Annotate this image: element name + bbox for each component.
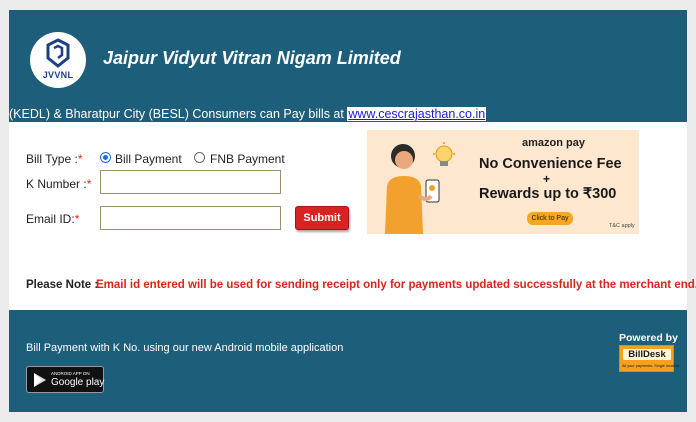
footer: Bill Payment with K No. using our new An… bbox=[9, 310, 687, 412]
google-play-triangle-icon bbox=[34, 373, 46, 387]
k-number-label-wrap: K Number :* bbox=[26, 177, 91, 191]
required-mark: * bbox=[74, 212, 80, 226]
logo-text: JVVNL bbox=[42, 70, 74, 80]
fnb-payment-radio[interactable] bbox=[194, 152, 205, 163]
ad-brand: amazon pay bbox=[522, 137, 585, 149]
billdesk-tagline: All your payments. Single location bbox=[622, 364, 679, 368]
k-number-field[interactable] bbox=[100, 170, 281, 194]
bill-type-label: Bill Type : bbox=[26, 152, 78, 166]
notice-bar: (KEDL) & Bharatpur City (BESL) Consumers… bbox=[9, 106, 687, 122]
lightbulb-icon bbox=[433, 142, 455, 166]
footer-app-text: Bill Payment with K No. using our new An… bbox=[26, 342, 344, 354]
page-frame: JVVNL Jaipur Vidyut Vitran Nigam Limited… bbox=[9, 10, 696, 412]
required-mark: * bbox=[86, 177, 92, 191]
required-mark: * bbox=[77, 152, 83, 166]
billdesk-name: BillDesk bbox=[623, 349, 671, 360]
note-label: Please Note : bbox=[26, 279, 99, 291]
submit-button[interactable]: Submit bbox=[295, 206, 349, 230]
org-title: Jaipur Vidyut Vitran Nigam Limited bbox=[103, 48, 401, 68]
ad-headline: No Convenience Fee bbox=[479, 156, 622, 172]
ad-click-to-pay-button[interactable]: Click to Pay bbox=[527, 212, 573, 225]
jvvnl-logo-icon bbox=[46, 38, 70, 68]
google-play-text: Google play bbox=[51, 377, 105, 388]
jvvnl-logo: JVVNL bbox=[30, 32, 86, 88]
billdesk-logo[interactable]: BillDesk All your payments. Single locat… bbox=[619, 345, 679, 372]
k-number-label: K Number : bbox=[26, 177, 87, 191]
bill-payment-radio-label[interactable]: Bill Payment bbox=[115, 152, 182, 166]
ad-terms: T&C apply bbox=[609, 223, 635, 229]
amazon-pay-banner[interactable]: amazon pay No Convenience Fee + Rewards … bbox=[367, 130, 639, 234]
email-field[interactable] bbox=[100, 206, 281, 230]
header: JVVNL Jaipur Vidyut Vitran Nigam Limited… bbox=[9, 10, 687, 122]
notice-text: (KEDL) & Bharatpur City (BESL) Consumers… bbox=[9, 107, 348, 121]
email-label-wrap: Email ID:* bbox=[26, 212, 79, 226]
google-play-small-text: ANDROID APP ON bbox=[51, 371, 90, 376]
powered-by-label: Powered by bbox=[619, 332, 678, 344]
notice-link[interactable]: www.cescrajasthan.co.in bbox=[347, 107, 487, 121]
ad-plus: + bbox=[543, 172, 551, 186]
bill-payment-radio[interactable] bbox=[100, 152, 111, 163]
note-text: Email id entered will be used for sendin… bbox=[96, 279, 696, 291]
ad-subheadline: Rewards up to ₹300 bbox=[479, 186, 617, 202]
google-play-badge[interactable]: ANDROID APP ON Google play bbox=[26, 366, 104, 393]
email-label: Email ID: bbox=[26, 212, 75, 226]
bill-type-label-wrap: Bill Type :* bbox=[26, 152, 82, 166]
fnb-payment-radio-label[interactable]: FNB Payment bbox=[210, 152, 285, 166]
